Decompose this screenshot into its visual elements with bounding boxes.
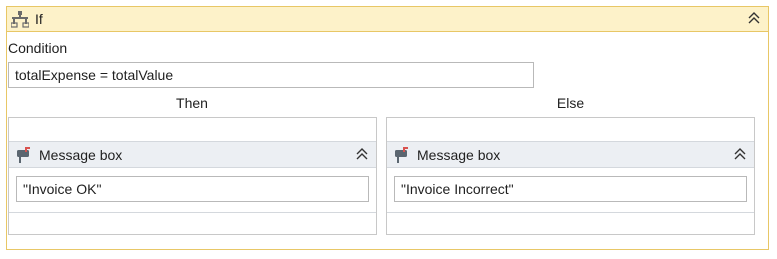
message-text-field[interactable]: "Invoice Incorrect" (394, 176, 747, 202)
collapse-icon[interactable] (354, 146, 370, 162)
message-box-header[interactable]: Message box (387, 142, 754, 168)
then-branch-panel[interactable]: Message box "Invoice OK" (8, 117, 377, 235)
message-box-title: Message box (417, 146, 501, 163)
collapse-icon[interactable] (746, 10, 762, 26)
message-box-header[interactable]: Message box (9, 142, 376, 168)
else-label: Else (556, 95, 585, 111)
message-box-title: Message box (39, 146, 123, 163)
message-box-icon (391, 146, 411, 163)
condition-label: Condition (8, 40, 68, 56)
collapse-icon[interactable] (732, 146, 748, 162)
if-header[interactable]: If (7, 7, 768, 32)
message-box-icon (13, 146, 33, 163)
else-branch-panel[interactable]: Message box "Invoice Incorrect" (386, 117, 755, 235)
then-label: Then (176, 95, 208, 111)
message-box-activity[interactable]: Message box "Invoice OK" (9, 141, 376, 213)
message-text-field[interactable]: "Invoice OK" (16, 176, 369, 202)
message-box-activity[interactable]: Message box "Invoice Incorrect" (387, 141, 754, 213)
if-activity-icon (10, 10, 30, 28)
if-title: If (35, 11, 43, 27)
condition-field[interactable]: totalExpense = totalValue (8, 62, 534, 88)
